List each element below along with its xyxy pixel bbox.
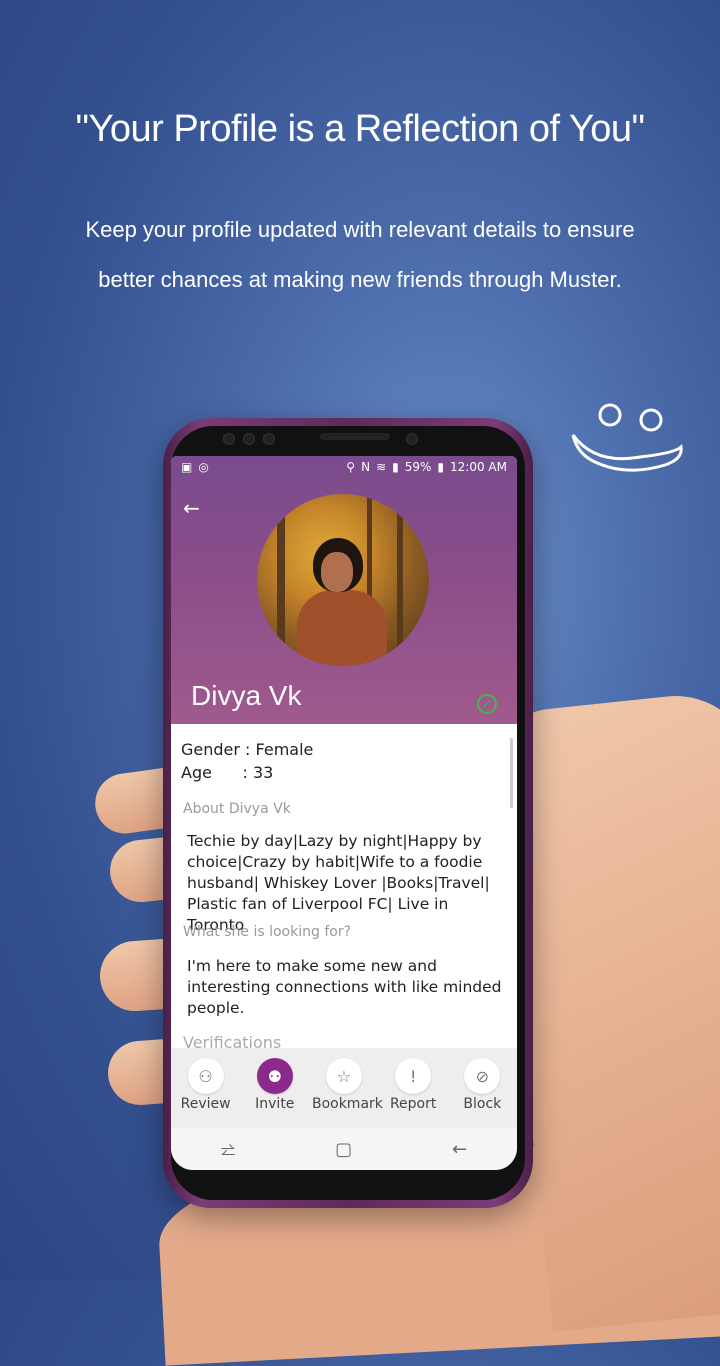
profile-name: Divya Vk	[191, 680, 302, 711]
action-bar: ⚇ Review ⚉ Invite ☆ Bookmark ! Report ⊘ …	[171, 1048, 517, 1128]
location-icon: ⚲	[346, 460, 356, 474]
battery-level: 59%	[404, 460, 432, 474]
person-add-icon: ⚇	[187, 1058, 224, 1094]
invite-label: Invite	[255, 1096, 295, 1112]
status-time: 12:00 AM	[450, 460, 507, 474]
android-nav-bar: ⥨ ▢ ←	[171, 1128, 517, 1170]
block-icon: ⊘	[464, 1058, 501, 1094]
subline-line-1: Keep your profile updated with relevant …	[85, 217, 635, 242]
recents-icon[interactable]: ⥨	[221, 1139, 235, 1160]
block-label: Block	[463, 1096, 502, 1112]
smiley-icon	[571, 403, 683, 472]
bookmark-label: Bookmark	[311, 1096, 383, 1112]
bookmark-button[interactable]: ☆ Bookmark	[311, 1048, 383, 1128]
headline: "Your Profile is a Reflection of You"	[75, 108, 646, 150]
sensor-dot	[243, 433, 255, 445]
invite-button[interactable]: ⚉ Invite	[243, 1048, 307, 1128]
nfc-icon: N	[361, 460, 371, 474]
subline-line-2: better chances at making new friends thr…	[98, 267, 622, 292]
back-arrow-icon[interactable]: ←	[183, 496, 207, 520]
signal-icon: ▮	[392, 460, 399, 474]
report-button[interactable]: ! Report	[381, 1048, 445, 1128]
looking-title: What she is looking for?	[183, 924, 352, 940]
verified-check-icon: ✓	[477, 694, 497, 714]
about-text: Techie by day|Lazy by night|Happy by cho…	[187, 832, 490, 934]
gender-line: Gender : Female	[181, 740, 314, 759]
sensor-dot	[263, 433, 275, 445]
sensor-dot	[223, 433, 235, 445]
about-title: About Divya Vk	[183, 801, 291, 817]
star-icon: ☆	[325, 1058, 362, 1094]
avatar	[257, 494, 429, 666]
phone-speaker	[320, 433, 390, 440]
scrollbar[interactable]	[510, 738, 513, 808]
back-icon[interactable]: ←	[452, 1139, 467, 1160]
review-label: Review	[180, 1096, 231, 1112]
looking-text: I'm here to make some new and interestin…	[187, 957, 502, 1017]
report-label: Report	[389, 1096, 437, 1112]
review-button[interactable]: ⚇ Review	[174, 1048, 238, 1128]
people-icon: ⚉	[256, 1058, 293, 1094]
profile-header: ▣ ◎ ⚲ N ≋ ▮ 59% ▮ 12:00 AM ← Divya Vk ✓	[171, 456, 517, 724]
cast-icon: ▣	[181, 460, 193, 474]
status-bar: ▣ ◎ ⚲ N ≋ ▮ 59% ▮ 12:00 AM	[171, 456, 517, 478]
front-camera	[406, 433, 418, 445]
exclamation-icon: !	[395, 1058, 432, 1094]
phone-screen: ▣ ◎ ⚲ N ≋ ▮ 59% ▮ 12:00 AM ← Divya Vk ✓	[171, 456, 517, 1170]
home-icon[interactable]: ▢	[335, 1139, 352, 1160]
block-button[interactable]: ⊘ Block	[450, 1048, 514, 1128]
instagram-icon: ◎	[198, 460, 209, 474]
battery-icon: ▮	[437, 460, 445, 474]
age-line: Age : 33	[181, 763, 274, 782]
subline: Keep your profile updated with relevant …	[40, 205, 680, 305]
wifi-icon: ≋	[376, 460, 387, 474]
